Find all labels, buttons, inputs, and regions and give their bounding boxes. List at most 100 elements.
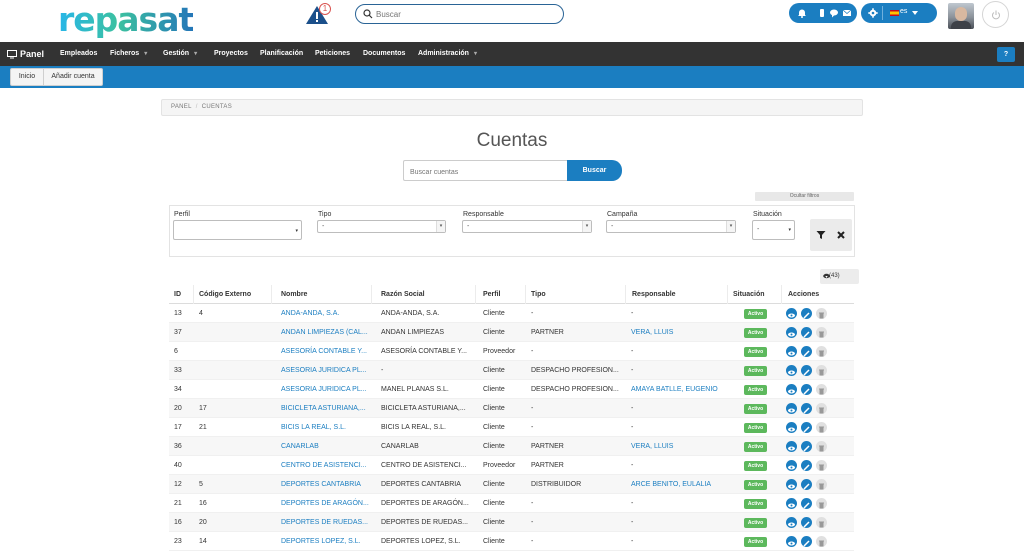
cell-nombre[interactable]: ASESORIA JURIDICA PL...	[272, 361, 372, 380]
filter-icon[interactable]	[816, 230, 826, 240]
trash-icon[interactable]	[816, 460, 827, 471]
nav-proyectos[interactable]: Proyectos	[214, 42, 248, 66]
cell-nombre[interactable]: ASESORIA JURIDICA PL...	[272, 380, 372, 399]
view-icon[interactable]	[786, 479, 797, 490]
nav-planificacion[interactable]: Planificación	[260, 42, 303, 66]
cell-nombre[interactable]: ANDAN LIMPIEZAS (CAL...	[272, 323, 372, 342]
campana-select[interactable]: - ▾	[606, 220, 736, 233]
nav-empleados[interactable]: Empleados	[60, 42, 97, 66]
edit-icon[interactable]	[801, 498, 812, 509]
global-search-input[interactable]	[376, 7, 556, 21]
col-razon-social[interactable]: Razón Social	[372, 285, 476, 304]
help-button[interactable]: ?	[997, 47, 1015, 62]
cell-nombre[interactable]: BICICLETA ASTURIANA,...	[272, 399, 372, 418]
trash-icon[interactable]	[816, 365, 827, 376]
edit-icon[interactable]	[801, 441, 812, 452]
view-icon[interactable]	[786, 441, 797, 452]
add-account-button[interactable]: Añadir cuenta	[44, 69, 102, 85]
cell-nombre[interactable]: ANDA-ANDA, S.A.	[272, 304, 372, 323]
repasat-logo[interactable]: repasat	[58, 2, 194, 38]
cell-nombre[interactable]: DEPORTES DE RUEDAS...	[272, 513, 372, 532]
responsable-select[interactable]: - ▾	[462, 220, 592, 233]
breadcrumb-root[interactable]: PANEL	[171, 104, 192, 110]
col-tipo[interactable]: Tipo	[526, 285, 626, 304]
edit-icon[interactable]	[801, 327, 812, 338]
trash-icon[interactable]	[816, 441, 827, 452]
cell-perfil: Cliente	[483, 405, 505, 412]
edit-icon[interactable]	[801, 365, 812, 376]
view-icon[interactable]	[786, 308, 797, 319]
spain-flag-icon[interactable]	[890, 10, 899, 16]
cell-nombre[interactable]: CENTRO DE ASISTENCI...	[272, 456, 372, 475]
trash-icon[interactable]	[816, 384, 827, 395]
edit-icon[interactable]	[801, 308, 812, 319]
logout-button[interactable]	[982, 1, 1009, 28]
cell-nombre[interactable]: BICIS LA REAL, S.L.	[272, 418, 372, 437]
clear-filters-icon[interactable]	[836, 230, 846, 240]
edit-icon[interactable]	[801, 403, 812, 414]
col-codigo-externo[interactable]: Código Externo	[194, 285, 272, 304]
cell-nombre[interactable]: DEPORTES CANTABRIA	[272, 475, 372, 494]
edit-icon[interactable]	[801, 517, 812, 528]
trash-icon[interactable]	[816, 308, 827, 319]
mail-icon[interactable]	[842, 8, 852, 18]
view-icon[interactable]	[786, 403, 797, 414]
trash-icon[interactable]	[816, 422, 827, 433]
view-icon[interactable]	[786, 498, 797, 509]
situacion-select[interactable]: - ▾	[752, 220, 795, 240]
cell-responsable[interactable]: VERA, LLUIS	[626, 323, 728, 342]
global-search[interactable]	[355, 4, 564, 24]
nav-gestion[interactable]: Gestión ▾	[163, 42, 197, 66]
edit-icon[interactable]	[801, 460, 812, 471]
perfil-select[interactable]: ▾	[173, 220, 302, 240]
inicio-button[interactable]: Inicio	[11, 69, 44, 85]
hide-filters-button[interactable]: Ocultar filtros	[755, 192, 854, 201]
view-icon[interactable]	[786, 365, 797, 376]
edit-icon[interactable]	[801, 479, 812, 490]
view-icon[interactable]	[786, 327, 797, 338]
nav-peticiones[interactable]: Peticiones	[315, 42, 350, 66]
trash-icon[interactable]	[816, 403, 827, 414]
chat-icon[interactable]	[829, 8, 839, 18]
nav-panel[interactable]: Panel	[7, 42, 44, 66]
col-id[interactable]: ID	[169, 285, 194, 304]
col-nombre[interactable]: Nombre	[272, 285, 372, 304]
trash-icon[interactable]	[816, 498, 827, 509]
accounts-search-input[interactable]	[410, 163, 560, 182]
col-perfil[interactable]: Perfil	[476, 285, 526, 304]
cell-responsable[interactable]: ARCE BENITO, EULALIA	[626, 475, 728, 494]
accounts-search[interactable]	[403, 160, 567, 182]
export-button[interactable]: (43)	[820, 269, 859, 284]
view-icon[interactable]	[786, 422, 797, 433]
view-icon[interactable]	[786, 460, 797, 471]
view-icon[interactable]	[786, 346, 797, 357]
nav-administracion[interactable]: Administración ▾	[418, 42, 477, 66]
cell-nombre[interactable]: DEPORTES DE ARAGÓN...	[272, 494, 372, 513]
gear-icon[interactable]	[868, 8, 878, 18]
trash-icon[interactable]	[816, 346, 827, 357]
col-responsable[interactable]: Responsable	[626, 285, 728, 304]
chevron-down-icon[interactable]	[911, 9, 919, 17]
nav-ficheros[interactable]: Ficheros ▾	[110, 42, 147, 66]
search-button[interactable]: Buscar	[567, 160, 622, 181]
trash-icon[interactable]	[816, 327, 827, 338]
cell-responsable[interactable]: AMAYA BATLLE, EUGENIO	[626, 380, 728, 399]
edit-icon[interactable]	[801, 384, 812, 395]
edit-icon[interactable]	[801, 346, 812, 357]
nav-documentos[interactable]: Documentos	[363, 42, 405, 66]
view-icon[interactable]	[786, 384, 797, 395]
tipo-select[interactable]: - ▾	[317, 220, 446, 233]
trash-icon[interactable]	[816, 479, 827, 490]
user-avatar[interactable]	[948, 3, 974, 29]
language-label[interactable]: es	[900, 8, 907, 15]
cell-nombre[interactable]: ASESORÍA CONTABLE Y...	[272, 342, 372, 361]
cell-nombre[interactable]: DEPORTES LOPEZ, S.L.	[272, 532, 372, 551]
bell-icon[interactable]	[797, 8, 807, 18]
cell-responsable[interactable]: VERA, LLUIS	[626, 437, 728, 456]
trash-icon[interactable]	[816, 517, 827, 528]
tasks-icon[interactable]	[817, 8, 827, 18]
edit-icon[interactable]	[801, 422, 812, 433]
col-situacion[interactable]: Situación	[728, 285, 782, 304]
cell-nombre[interactable]: CANARLAB	[272, 437, 372, 456]
view-icon[interactable]	[786, 517, 797, 528]
